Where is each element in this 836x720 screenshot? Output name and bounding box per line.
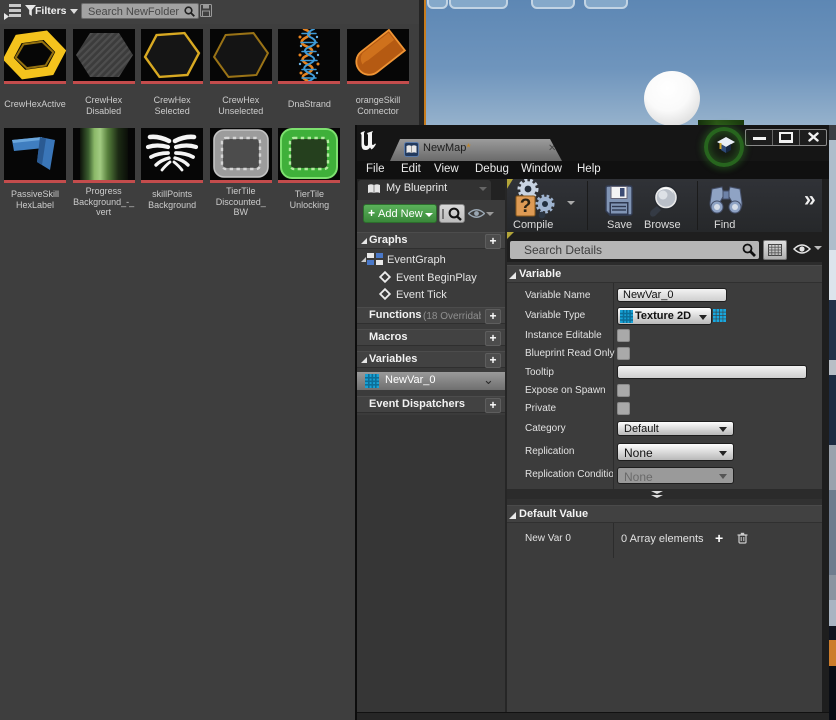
svg-text:?: ? — [520, 196, 532, 217]
